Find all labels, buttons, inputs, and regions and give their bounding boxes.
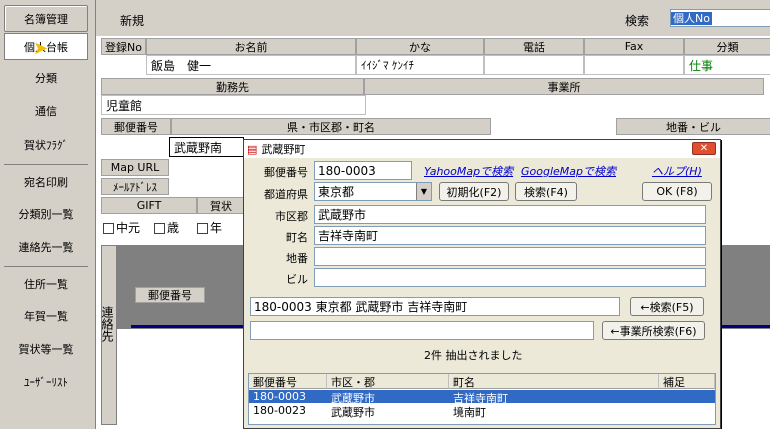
- nen-checkbox[interactable]: 年: [197, 219, 222, 236]
- grid-header-city: 市区・郡: [327, 374, 449, 389]
- search-input-value: 個人No: [671, 12, 712, 25]
- table-row[interactable]: 180-0023 武蔵野市 境南町: [249, 404, 715, 419]
- fax-field[interactable]: [584, 55, 684, 75]
- col-header-bunrui: 分類: [684, 38, 770, 55]
- row-zip: 180-0023: [253, 404, 306, 417]
- col-header-tel: 電話: [484, 38, 584, 55]
- dialog-title: 武蔵野町: [261, 143, 306, 156]
- checkbox-icon: [103, 223, 114, 234]
- nenga-label: 賀状: [197, 197, 245, 214]
- kinmu-field[interactable]: 児童館: [101, 95, 366, 115]
- app-icon: ▤: [247, 142, 258, 156]
- sidebar: 名簿管理 個人台帳 ➤ 分類 通信 賀状ﾌﾗｸﾞ 宛名印刷 分類別一覧 連絡先一覧…: [0, 0, 93, 429]
- dialog-titlebar: ▤ 武蔵野町 ✕: [244, 140, 720, 158]
- city-field[interactable]: 武蔵野南: [169, 137, 244, 157]
- sidebar-item-nenga[interactable]: 年賀一覧: [4, 302, 88, 329]
- col-header-chiban: 地番・ビル: [616, 118, 770, 135]
- sidebar-item-gajo[interactable]: 賀状等一覧: [4, 335, 88, 362]
- address-search-button[interactable]: ←検索(F5): [630, 297, 704, 316]
- col-header-zip: 郵便番号: [101, 118, 171, 135]
- google-map-link[interactable]: GoogleMapで検索: [521, 163, 616, 179]
- pref-label: 都道府県: [264, 188, 308, 201]
- zip-label: 郵便番号: [264, 166, 308, 179]
- kana-field[interactable]: ｲｲｼﾞﾏ ｹﾝｲﾁ: [356, 55, 484, 75]
- row-zip: 180-0003: [253, 390, 306, 403]
- renraku-zip-header: 郵便番号: [135, 287, 205, 303]
- address-result-input[interactable]: 180-0003 東京都 武蔵野市 吉祥寺南町: [250, 297, 620, 316]
- sidebar-item-jusho[interactable]: 住所一覧: [4, 270, 88, 297]
- address-result-text: 東京都 武蔵野市 吉祥寺南町: [315, 300, 468, 314]
- chiban-input[interactable]: [314, 247, 706, 266]
- col-header-fax: Fax: [584, 38, 684, 55]
- new-label[interactable]: 新規: [120, 12, 144, 29]
- bunrui-field[interactable]: 仕事: [684, 55, 770, 75]
- chevron-down-icon: ▼: [416, 183, 431, 200]
- sidebar-item-flag[interactable]: 賀状ﾌﾗｸﾞ: [4, 131, 88, 158]
- row-town: 境南町: [453, 406, 486, 419]
- sidebar-item-bunrui-list[interactable]: 分類別一覧: [4, 200, 88, 227]
- divider: [4, 164, 88, 165]
- chugen-checkbox[interactable]: 中元: [103, 219, 140, 236]
- sidebar-item-bunrui[interactable]: 分類: [4, 64, 88, 91]
- divider: [4, 266, 88, 267]
- gift-label: GIFT: [101, 197, 197, 214]
- cursor-icon: ➤: [33, 38, 49, 59]
- result-grid: 郵便番号 市区・郡 町名 補足 180-0003 武蔵野市 吉祥寺南町 180-…: [248, 373, 716, 425]
- checkbox-icon: [197, 223, 208, 234]
- search-button[interactable]: 検索(F4): [515, 182, 577, 201]
- sidebar-item-meibo[interactable]: 名簿管理: [4, 5, 88, 32]
- office-input[interactable]: [250, 321, 594, 340]
- city-input[interactable]: 武蔵野市: [314, 205, 706, 224]
- checkbox-icon: [154, 223, 165, 234]
- grid-header-zip: 郵便番号: [249, 374, 327, 389]
- name-field[interactable]: 飯島 健一: [146, 55, 356, 75]
- bldg-input[interactable]: [314, 268, 706, 287]
- search-label: 検索: [625, 14, 650, 28]
- address-dialog: ▤ 武蔵野町 ✕ 郵便番号 180-0003 YahooMapで検索 Googl…: [243, 139, 721, 429]
- seibo-checkbox[interactable]: 歳: [154, 219, 179, 236]
- map-url-label: Map URL: [101, 159, 169, 176]
- col-header-kinmu: 勤務先: [101, 78, 364, 95]
- nen-label: 年: [210, 221, 223, 235]
- sidebar-item-user[interactable]: ﾕｰｻﾞｰﾘｽﾄ: [4, 368, 88, 395]
- grid-header-note: 補足: [659, 374, 715, 389]
- init-button[interactable]: 初期化(F2): [439, 182, 509, 201]
- grid-header-town: 町名: [449, 374, 659, 389]
- pref-select[interactable]: 東京都 ▼: [314, 182, 432, 201]
- bldg-label: ビル: [286, 273, 308, 286]
- col-header-name: お名前: [146, 38, 356, 55]
- renraku-tab[interactable]: 連絡先: [100, 245, 117, 425]
- col-header-pref: 県・市区郡・町名: [171, 118, 491, 135]
- row-city: 武蔵野市: [331, 406, 375, 419]
- sidebar-item-renraku-list[interactable]: 連絡先一覧: [4, 233, 88, 260]
- sidebar-item-atena[interactable]: 宛名印刷: [4, 168, 88, 195]
- sidebar-item-tsushin[interactable]: 通信: [4, 97, 88, 124]
- close-icon[interactable]: ✕: [692, 142, 716, 155]
- town-input[interactable]: 吉祥寺南町: [314, 226, 706, 245]
- col-header-no: 登録No: [101, 38, 146, 55]
- seibo-label: 歳: [167, 221, 180, 235]
- pref-value: 東京都: [318, 185, 355, 199]
- col-header-kana: かな: [356, 38, 484, 55]
- chiban-label: 地番: [286, 252, 308, 265]
- search-input[interactable]: 個人No: [670, 9, 770, 27]
- zip-input[interactable]: 180-0003: [314, 161, 412, 180]
- result-count: 2件 抽出されました: [424, 349, 523, 362]
- table-row[interactable]: 180-0003 武蔵野市 吉祥寺南町: [249, 390, 715, 405]
- sidebar-item-kojin[interactable]: 個人台帳 ➤: [4, 33, 88, 60]
- col-header-jigyosho: 事業所: [364, 78, 764, 95]
- help-link[interactable]: ヘルプ(H): [652, 163, 702, 179]
- town-label: 町名: [286, 231, 308, 244]
- tel-field[interactable]: [484, 55, 584, 75]
- city-label: 市区郡: [275, 210, 308, 223]
- top-bar: [96, 0, 770, 36]
- yahoo-map-link[interactable]: YahooMapで検索: [424, 163, 513, 179]
- address-result-zip: 180-0003: [254, 299, 312, 314]
- chugen-label: 中元: [116, 221, 141, 235]
- ok-button[interactable]: OK (F8): [642, 182, 712, 201]
- mail-label: ﾒｰﾙｱﾄﾞﾚｽ: [101, 178, 169, 195]
- office-search-button[interactable]: ←事業所検索(F6): [602, 321, 705, 340]
